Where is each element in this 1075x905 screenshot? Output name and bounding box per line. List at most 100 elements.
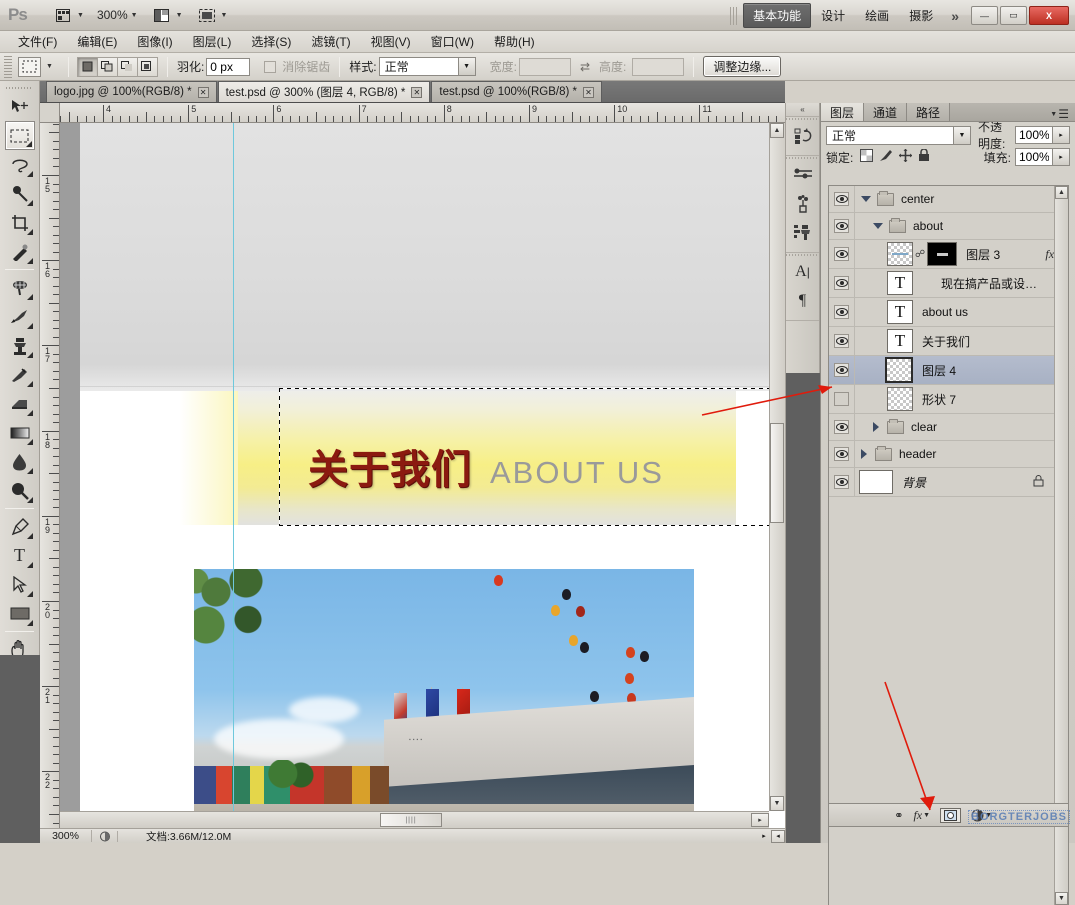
- refine-edge-button[interactable]: 调整边缘...: [703, 56, 782, 77]
- opacity-stepper-icon[interactable]: ▸: [1053, 126, 1070, 144]
- group-disclosure-triangle-icon[interactable]: [873, 422, 879, 432]
- fill-stepper-icon[interactable]: ▸: [1053, 148, 1070, 166]
- menu-window[interactable]: 窗口(W): [421, 31, 484, 52]
- pen-tool[interactable]: [5, 512, 35, 541]
- blur-tool[interactable]: [5, 447, 35, 476]
- menu-file[interactable]: 文件(F): [8, 31, 67, 52]
- visibility-cell[interactable]: [829, 385, 855, 413]
- tool-flyout-triangle-icon[interactable]: [25, 141, 32, 147]
- horizontal-ruler[interactable]: 4 5 6 7 8 9 10 11: [60, 103, 785, 123]
- path-selection-tool[interactable]: [5, 570, 35, 599]
- eyedropper-tool[interactable]: [5, 237, 35, 266]
- dock-collapse-button[interactable]: «: [786, 103, 819, 117]
- fill-input[interactable]: [1015, 148, 1053, 166]
- eye-icon[interactable]: [834, 475, 849, 489]
- visibility-cell[interactable]: [829, 240, 855, 268]
- status-collapse-icon[interactable]: ◂: [771, 829, 785, 843]
- layer-thumbnail[interactable]: [887, 387, 913, 411]
- height-input[interactable]: [632, 57, 685, 76]
- width-input[interactable]: [518, 57, 571, 76]
- tool-flyout-triangle-icon[interactable]: [26, 294, 33, 300]
- layer-row-header[interactable]: header: [829, 441, 1068, 468]
- magic-wand-tool[interactable]: [5, 179, 35, 208]
- menu-help[interactable]: 帮助(H): [484, 31, 545, 52]
- crop-tool[interactable]: [5, 208, 35, 237]
- visibility-cell[interactable]: [829, 441, 855, 467]
- eye-icon-hidden[interactable]: [834, 392, 849, 406]
- document-tab-logo[interactable]: logo.jpg @ 100%(RGB/8) * ✕: [46, 81, 217, 102]
- visibility-cell[interactable]: [829, 356, 855, 384]
- drag-grip[interactable]: [730, 6, 738, 25]
- horizontal-scroll-thumb[interactable]: ||||: [380, 813, 442, 827]
- scroll-up-button[interactable]: ▲: [770, 123, 784, 138]
- tab-layers[interactable]: 图层: [821, 103, 865, 121]
- menu-edit[interactable]: 编辑(E): [67, 31, 127, 52]
- lock-image-pixels-icon[interactable]: [879, 149, 893, 165]
- tool-preset-chevron-icon[interactable]: ▼: [46, 63, 53, 70]
- tool-flyout-triangle-icon[interactable]: [26, 468, 33, 474]
- screen-mode-icon[interactable]: [196, 5, 218, 25]
- eye-icon[interactable]: [834, 219, 849, 233]
- feather-input[interactable]: [206, 57, 251, 76]
- scroll-right-button[interactable]: ▸: [751, 813, 769, 827]
- adjustments-panel-icon[interactable]: [789, 161, 817, 189]
- layer-row-about[interactable]: about: [829, 213, 1068, 240]
- group-disclosure-triangle-icon[interactable]: [873, 223, 883, 229]
- tool-flyout-triangle-icon[interactable]: [26, 229, 33, 235]
- eye-icon[interactable]: [834, 276, 849, 290]
- tool-flyout-triangle-icon[interactable]: [26, 171, 33, 177]
- dodge-tool[interactable]: [5, 476, 35, 505]
- style-select-chevron-down-icon[interactable]: ▼: [458, 57, 476, 76]
- character-panel-icon[interactable]: A |: [789, 258, 817, 286]
- rectangle-shape-tool[interactable]: [5, 599, 35, 628]
- mask-link-icon[interactable]: ☍: [915, 249, 925, 260]
- arrange-documents-icon[interactable]: [151, 5, 173, 25]
- visibility-cell[interactable]: [829, 213, 855, 239]
- layer-list[interactable]: center about ☍ 图层 3 fx T 现在搞产品或设… T abou…: [828, 185, 1069, 905]
- tool-flyout-triangle-icon[interactable]: [26, 352, 33, 358]
- type-tool[interactable]: T: [5, 541, 35, 570]
- eye-icon[interactable]: [834, 192, 849, 206]
- spot-healing-brush-tool[interactable]: [5, 273, 35, 302]
- eye-icon[interactable]: [834, 247, 849, 261]
- lock-all-icon[interactable]: [918, 148, 930, 165]
- move-tool[interactable]: [5, 92, 35, 121]
- swap-dimensions-icon[interactable]: ⇄: [580, 60, 590, 74]
- tab-channels[interactable]: 通道: [864, 103, 908, 121]
- visibility-cell[interactable]: [829, 327, 855, 355]
- visibility-cell[interactable]: [829, 186, 855, 212]
- status-proof-icon[interactable]: [92, 830, 118, 842]
- canvas-horizontal-scrollbar[interactable]: |||| ▸: [60, 811, 769, 828]
- styles-panel-icon[interactable]: [789, 190, 817, 218]
- tool-flyout-triangle-icon[interactable]: [26, 410, 33, 416]
- canvas-vertical-scrollbar[interactable]: ▲ ▼: [769, 123, 785, 811]
- document-window[interactable]: 关于我们 ABOUT US: [60, 123, 785, 828]
- layer-row-background[interactable]: 背景: [829, 468, 1068, 497]
- document-tab-test-100[interactable]: test.psd @ 100%(RGB/8) * ✕: [431, 81, 602, 102]
- antialias-checkbox[interactable]: [264, 60, 277, 73]
- scroll-up-button[interactable]: ▲: [1055, 186, 1068, 199]
- vertical-guide[interactable]: [233, 123, 234, 828]
- status-expand-icon[interactable]: ▸: [757, 830, 771, 843]
- visibility-cell[interactable]: [829, 468, 855, 496]
- options-bar-grip[interactable]: [4, 55, 12, 78]
- brush-tool[interactable]: [5, 302, 35, 331]
- tool-flyout-triangle-icon[interactable]: [26, 258, 33, 264]
- panel-menu-icon[interactable]: ▼ ☰: [1044, 107, 1075, 121]
- status-zoom-value[interactable]: 300%: [40, 830, 92, 842]
- menu-image[interactable]: 图像(I): [127, 31, 182, 52]
- visibility-cell[interactable]: [829, 298, 855, 326]
- blend-mode-chevron-down-icon[interactable]: ▼: [954, 125, 971, 145]
- new-selection-button[interactable]: [76, 56, 98, 77]
- tool-flyout-triangle-icon[interactable]: [26, 497, 33, 503]
- history-brush-tool[interactable]: [5, 360, 35, 389]
- eraser-tool[interactable]: [5, 389, 35, 418]
- brush-presets-panel-icon[interactable]: [789, 219, 817, 247]
- workspace-tab-design[interactable]: 设计: [811, 3, 855, 28]
- visibility-cell[interactable]: [829, 414, 855, 440]
- layer-thumbnail[interactable]: T: [887, 329, 913, 353]
- blend-mode-select[interactable]: 正常 ▼: [826, 125, 971, 145]
- workspace-tab-photography[interactable]: 摄影: [899, 3, 943, 28]
- layer-row-text-products[interactable]: T 现在搞产品或设…: [829, 269, 1068, 298]
- tool-flyout-triangle-icon[interactable]: [26, 323, 33, 329]
